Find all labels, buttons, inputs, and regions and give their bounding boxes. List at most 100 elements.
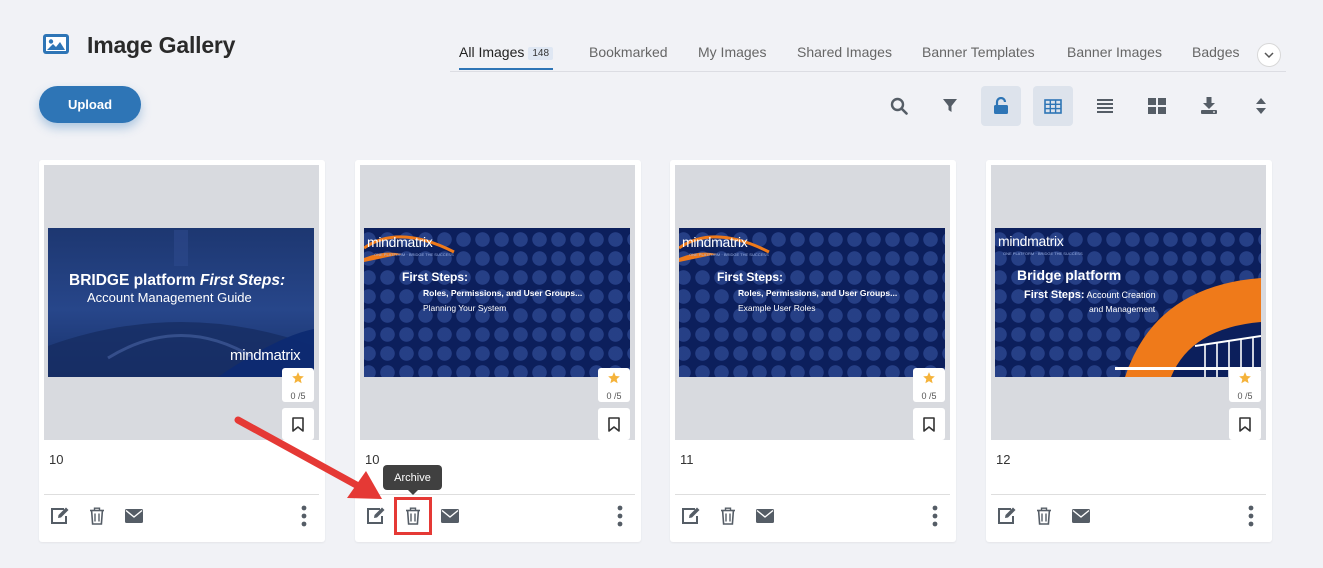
bookmark-button[interactable]: [1229, 408, 1261, 440]
envelope-icon: [756, 509, 774, 523]
bookmark-button[interactable]: [598, 408, 630, 440]
more-tabs-button[interactable]: [1257, 43, 1281, 67]
page-header: Image Gallery: [0, 0, 1323, 80]
more-options-button[interactable]: [925, 503, 945, 529]
image-card[interactable]: BRIDGE platform First Steps: Account Man…: [39, 160, 325, 542]
archive-tooltip: Archive: [383, 465, 442, 495]
grid-view-icon: [1148, 98, 1166, 114]
archive-button[interactable]: [717, 505, 739, 527]
filter-icon: [943, 99, 957, 112]
brand-logo-text: mindmatrix: [230, 347, 301, 364]
archive-button[interactable]: [402, 505, 424, 527]
brand-tagline: ONE PLATFORM · BRIDGE THE SUCCESS: [1003, 251, 1083, 256]
tab-all-images[interactable]: All Images 148: [459, 44, 554, 70]
bookmark-button[interactable]: [282, 408, 314, 440]
rating-value: 0 /5: [1237, 391, 1253, 401]
card-divider: [991, 494, 1266, 495]
star-icon: [923, 372, 935, 384]
edit-icon: [367, 507, 385, 524]
trash-icon: [90, 507, 104, 525]
email-button[interactable]: [439, 505, 461, 527]
envelope-icon: [1072, 509, 1090, 523]
star-icon: [1239, 372, 1251, 384]
thumbnail-image[interactable]: BRIDGE platform First Steps: Account Man…: [48, 228, 314, 377]
image-name: 12: [996, 452, 1011, 467]
thumbnail-frame: mindmatrix ONE PLATFORM · BRIDGE THE SUC…: [991, 165, 1266, 440]
sort-button[interactable]: [1241, 86, 1281, 126]
thumb-headline: BRIDGE platform First Steps:: [69, 272, 286, 289]
image-card[interactable]: mindmatrix ONE PLATFORM · BRIDGE THE SUC…: [986, 160, 1272, 542]
more-options-button[interactable]: [294, 503, 314, 529]
envelope-icon: [441, 509, 459, 523]
envelope-icon: [125, 509, 143, 523]
rating-widget[interactable]: 0 /5: [1229, 368, 1261, 402]
kebab-menu-icon: [617, 505, 623, 527]
bookmark-button[interactable]: [913, 408, 945, 440]
search-button[interactable]: [879, 86, 919, 126]
upload-button[interactable]: Upload: [39, 86, 141, 123]
star-icon: [292, 372, 304, 384]
thumb-line-2: Planning Your System: [423, 303, 507, 313]
edit-button[interactable]: [49, 505, 71, 527]
trash-icon: [406, 507, 420, 525]
bookmark-icon: [608, 416, 620, 432]
grid-view-button[interactable]: [1137, 86, 1177, 126]
thumbnail-frame: mindmatrix ONE PLATFORM · BRIDGE THE SUC…: [360, 165, 635, 440]
archive-button[interactable]: [86, 505, 108, 527]
thumbnail-image[interactable]: mindmatrix ONE PLATFORM · BRIDGE THE SUC…: [364, 228, 630, 377]
rating-widget[interactable]: 0 /5: [913, 368, 945, 402]
search-icon: [890, 97, 908, 115]
kebab-menu-icon: [1248, 505, 1254, 527]
tab-badges[interactable]: Badges: [1192, 44, 1239, 68]
tab-bookmarked[interactable]: Bookmarked: [589, 44, 668, 68]
rating-widget[interactable]: 0 /5: [598, 368, 630, 402]
download-button[interactable]: [1189, 86, 1229, 126]
thumbnail-image[interactable]: mindmatrix ONE PLATFORM · BRIDGE THE SUC…: [995, 228, 1261, 377]
chevron-down-icon: [1264, 51, 1274, 58]
more-options-button[interactable]: [610, 503, 630, 529]
edit-icon: [682, 507, 700, 524]
kebab-menu-icon: [932, 505, 938, 527]
bookmark-icon: [923, 416, 935, 432]
tab-banner-templates[interactable]: Banner Templates: [922, 44, 1035, 68]
email-button[interactable]: [123, 505, 145, 527]
thumb-line-1: Roles, Permissions, and User Groups...: [738, 288, 898, 298]
brand-logo-text: mindmatrix: [998, 233, 1064, 249]
list-view-button[interactable]: [1085, 86, 1125, 126]
thumb-heading: First Steps:: [402, 270, 469, 284]
edit-button[interactable]: [680, 505, 702, 527]
edit-button[interactable]: [365, 505, 387, 527]
download-icon: [1201, 97, 1217, 114]
tab-shared-images[interactable]: Shared Images: [797, 44, 892, 68]
more-options-button[interactable]: [1241, 503, 1261, 529]
edit-button[interactable]: [996, 505, 1018, 527]
archive-button[interactable]: [1033, 505, 1055, 527]
tab-banner-images[interactable]: Banner Images: [1067, 44, 1162, 68]
list-view-icon: [1097, 99, 1113, 113]
thumb-heading: First Steps:: [717, 270, 784, 284]
filter-button[interactable]: [930, 86, 970, 126]
image-card[interactable]: mindmatrix ONE PLATFORM · BRIDGE THE SUC…: [670, 160, 956, 542]
rating-value: 0 /5: [290, 391, 306, 401]
thumb-heading: Bridge platform: [1017, 267, 1122, 283]
thumbnail-image[interactable]: mindmatrix ONE PLATFORM · BRIDGE THE SUC…: [679, 228, 945, 377]
table-view-button[interactable]: [1033, 86, 1073, 126]
image-name: 10: [365, 452, 380, 467]
tabs-divider: [450, 71, 1286, 72]
bookmark-icon: [1239, 416, 1251, 432]
email-button[interactable]: [1070, 505, 1092, 527]
thumb-line-1: Roles, Permissions, and User Groups...: [423, 288, 583, 298]
edit-icon: [51, 507, 69, 524]
thumbnail-frame: BRIDGE platform First Steps: Account Man…: [44, 165, 319, 440]
image-name: 11: [680, 452, 694, 467]
thumbnail-frame: mindmatrix ONE PLATFORM · BRIDGE THE SUC…: [675, 165, 950, 440]
lock-toggle-button[interactable]: [981, 86, 1021, 126]
thumb-line-2: and Management: [1089, 304, 1156, 314]
brand-logo-text: mindmatrix: [367, 234, 433, 250]
count-badge: 148: [528, 47, 554, 60]
image-name: 10: [49, 452, 64, 467]
rating-widget[interactable]: 0 /5: [282, 368, 314, 402]
tab-my-images[interactable]: My Images: [698, 44, 766, 68]
page-title: Image Gallery: [87, 32, 236, 58]
email-button[interactable]: [754, 505, 776, 527]
